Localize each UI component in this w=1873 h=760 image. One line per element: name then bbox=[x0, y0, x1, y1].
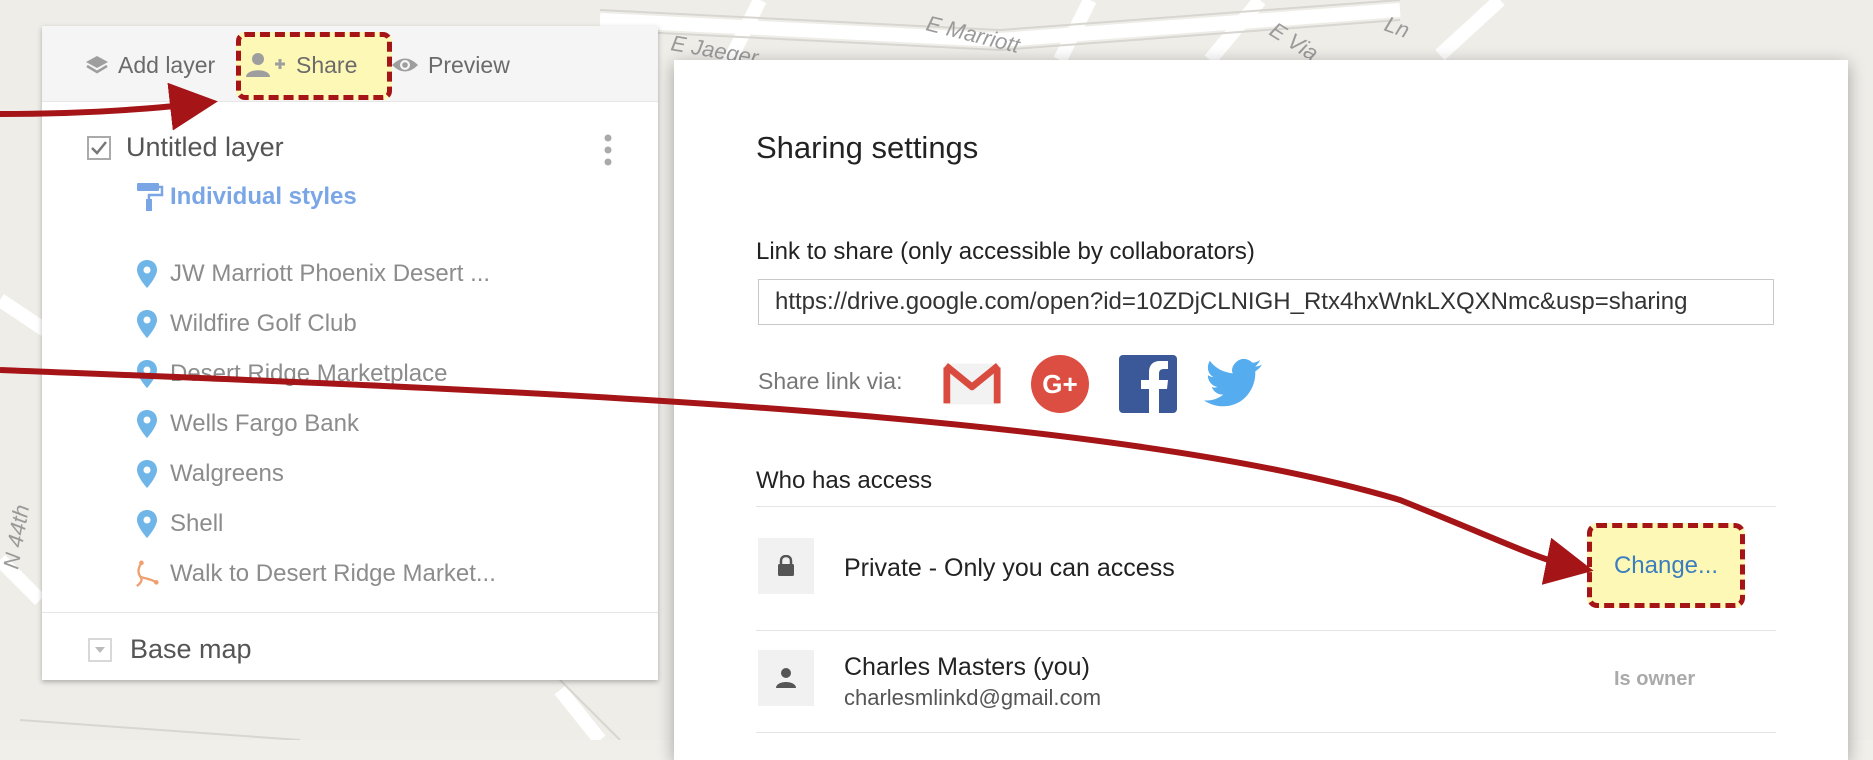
map-pin-icon bbox=[137, 360, 157, 388]
divider bbox=[756, 732, 1776, 733]
feature-label: Walgreens bbox=[170, 460, 284, 487]
google-plus-icon: G+ bbox=[1031, 355, 1089, 413]
google-plus-share-button[interactable]: G+ bbox=[1030, 354, 1090, 414]
eye-icon bbox=[392, 58, 418, 72]
paint-roller-icon bbox=[137, 183, 164, 211]
share-via-label: Share link via: bbox=[758, 368, 903, 394]
divider bbox=[42, 612, 658, 613]
base-map-label[interactable]: Base map bbox=[130, 634, 252, 665]
twitter-share-button[interactable] bbox=[1204, 354, 1264, 414]
base-map-row[interactable]: Base map bbox=[88, 634, 252, 665]
owner-icon-box bbox=[758, 650, 814, 706]
preview-button[interactable]: Preview bbox=[390, 49, 510, 81]
twitter-icon bbox=[1204, 358, 1263, 407]
walking-route-icon bbox=[136, 560, 159, 588]
feature-label: Wells Fargo Bank bbox=[170, 410, 359, 437]
who-has-access-heading: Who has access bbox=[756, 467, 933, 494]
individual-styles-label: Individual styles bbox=[170, 183, 357, 210]
divider bbox=[756, 630, 1776, 631]
preview-label: Preview bbox=[428, 51, 510, 78]
feature-item[interactable]: Wildfire Golf Club bbox=[134, 309, 357, 339]
share-button[interactable]: Share bbox=[246, 43, 357, 87]
map-pin-icon bbox=[137, 310, 157, 338]
dropdown-toggle-icon[interactable] bbox=[88, 637, 112, 662]
feature-item[interactable]: Walk to Desert Ridge Market... bbox=[134, 559, 496, 589]
feature-item[interactable]: JW Marriott Phoenix Desert ... bbox=[134, 259, 490, 289]
gmail-share-button[interactable] bbox=[942, 354, 1002, 414]
sharing-settings-dialog: Sharing settings Link to share (only acc… bbox=[674, 60, 1848, 760]
share-link-value[interactable]: https://drive.google.com/open?id=10ZDjCL… bbox=[775, 288, 1687, 316]
map-pin-icon bbox=[137, 460, 157, 488]
owner-email: charlesmlinkd@gmail.com bbox=[844, 685, 1102, 710]
feature-label: Shell bbox=[170, 510, 224, 537]
add-layer-button[interactable]: Add layer bbox=[84, 49, 215, 81]
individual-styles-link[interactable]: Individual styles bbox=[134, 181, 357, 213]
share-link-input[interactable]: https://drive.google.com/open?id=10ZDjCL… bbox=[758, 279, 1774, 325]
feature-item[interactable]: Walgreens bbox=[134, 459, 284, 489]
dialog-title: Sharing settings bbox=[756, 130, 979, 165]
add-person-icon bbox=[246, 53, 285, 77]
person-icon bbox=[776, 668, 796, 688]
change-label: Change... bbox=[1613, 551, 1719, 579]
owner-name: Charles Masters (you) bbox=[844, 653, 1090, 681]
share-label: Share bbox=[296, 51, 358, 78]
change-access-button[interactable]: Change... bbox=[1587, 523, 1745, 608]
owner-role: Is owner bbox=[1614, 668, 1696, 690]
facebook-share-button[interactable] bbox=[1118, 354, 1178, 414]
map-pin-icon bbox=[137, 410, 157, 438]
layers-panel: Add layer Preview Untitled layer Individ… bbox=[42, 26, 658, 680]
feature-label: Wildfire Golf Club bbox=[170, 310, 357, 337]
facebook-icon bbox=[1119, 355, 1177, 413]
link-to-share-label: Link to share (only accessible by collab… bbox=[756, 238, 1255, 265]
checkbox-checked-icon[interactable] bbox=[86, 135, 112, 161]
access-icon-box bbox=[758, 538, 814, 594]
more-options-icon[interactable] bbox=[602, 132, 614, 168]
feature-label: JW Marriott Phoenix Desert ... bbox=[170, 260, 491, 287]
feature-label: Desert Ridge Marketplace bbox=[170, 360, 448, 387]
feature-label: Walk to Desert Ridge Market... bbox=[170, 560, 496, 587]
feature-item[interactable]: Wells Fargo Bank bbox=[134, 409, 359, 439]
layer-name[interactable]: Untitled layer bbox=[126, 132, 284, 163]
divider bbox=[42, 101, 658, 102]
map-pin-icon bbox=[137, 510, 157, 538]
lock-icon bbox=[778, 555, 794, 576]
add-layer-label: Add layer bbox=[118, 51, 216, 78]
svg-text:G+: G+ bbox=[1042, 369, 1077, 399]
layers-icon bbox=[86, 56, 108, 74]
gmail-icon bbox=[943, 362, 1001, 405]
layer-row[interactable]: Untitled layer bbox=[86, 132, 284, 163]
map-pin-icon bbox=[137, 260, 157, 288]
feature-item[interactable]: Shell bbox=[134, 509, 223, 539]
private-access-text: Private - Only you can access bbox=[844, 554, 1175, 582]
divider bbox=[756, 506, 1776, 507]
feature-item[interactable]: Desert Ridge Marketplace bbox=[134, 359, 447, 389]
